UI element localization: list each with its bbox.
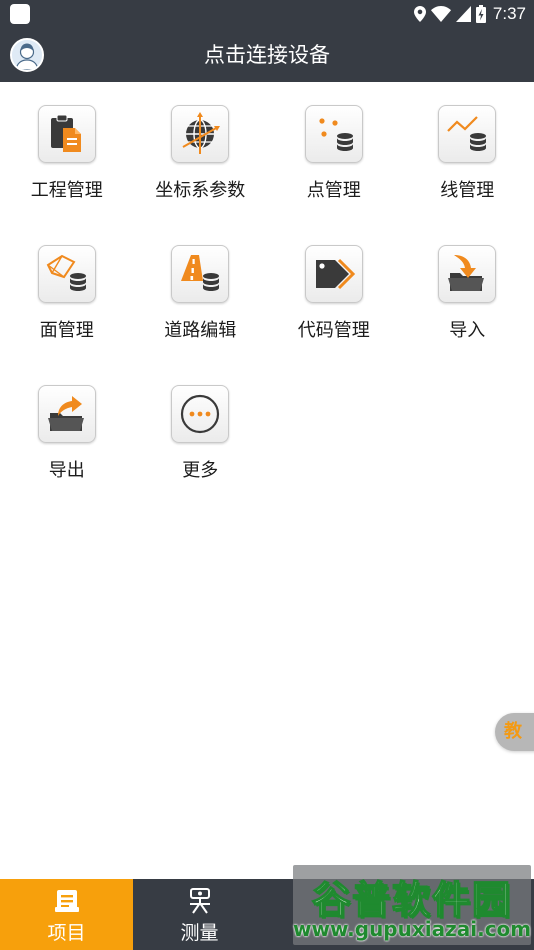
status-indicators: 7:37: [413, 0, 526, 28]
project-icon: [54, 890, 79, 912]
tile[interactable]: [171, 385, 230, 443]
polyline-database-icon: [447, 116, 487, 151]
function-grid: 工程管理 坐标系参数 点管理 线管理 面管理 道路编辑 代码管理 导入 导出 更…: [0, 82, 534, 502]
watermark: 谷普软件园 www.gupuxiazai.com: [293, 865, 531, 945]
tile[interactable]: [171, 105, 230, 163]
grid-item-import[interactable]: 导入: [401, 222, 534, 362]
watermark-url: www.gupuxiazai.com: [293, 917, 532, 941]
grid-item-area-management[interactable]: 面管理: [0, 222, 134, 362]
location-icon: [413, 6, 426, 22]
grid-item-project-management[interactable]: 工程管理: [0, 82, 134, 222]
user-avatar-icon: [12, 40, 42, 70]
watermark-logo: 谷普软件园: [311, 877, 512, 923]
nav-tab-label: 项目: [47, 922, 86, 944]
nav-tab-project[interactable]: 项目: [0, 879, 133, 950]
grid-item-more[interactable]: 更多: [134, 362, 268, 502]
grid-item-label: 更多: [182, 460, 219, 481]
polygon-database-icon: [46, 254, 86, 291]
globe-axes-icon: [182, 112, 221, 154]
nav-tab-label: 测量: [180, 922, 219, 944]
tile[interactable]: [37, 105, 96, 163]
more-dots-icon: [181, 394, 220, 434]
grid-item-label: 工程管理: [30, 180, 103, 201]
tile[interactable]: [171, 245, 230, 303]
clipboard-document-icon: [50, 114, 81, 152]
grid-item-label: 道路编辑: [164, 320, 237, 341]
survey-instrument-icon: [189, 888, 210, 914]
points-database-icon: [319, 118, 353, 151]
grid-item-label: 点管理: [306, 180, 361, 201]
grid-item-label: 面管理: [39, 320, 94, 341]
grid-item-road-editing[interactable]: 道路编辑: [134, 222, 268, 362]
title-bar: 点击连接设备: [0, 28, 534, 82]
grid-item-label: 线管理: [440, 180, 495, 201]
status-bar: 7:37: [0, 0, 534, 28]
tile[interactable]: [438, 105, 497, 163]
folder-import-icon: [448, 255, 485, 291]
folder-export-icon: [47, 396, 84, 431]
status-time: 7:37: [492, 4, 526, 23]
grid-item-point-management[interactable]: 点管理: [267, 82, 401, 222]
tile[interactable]: [37, 245, 96, 303]
grid-item-export[interactable]: 导出: [0, 362, 134, 502]
tile[interactable]: [304, 245, 363, 303]
notification-icon: [10, 4, 30, 24]
tag-code-icon: [315, 258, 355, 290]
page-title[interactable]: 点击连接设备: [0, 28, 534, 82]
grid-item-code-management[interactable]: 代码管理: [267, 222, 401, 362]
grid-item-label: 坐标系参数: [155, 180, 246, 201]
cell-signal-icon: [455, 6, 471, 22]
road-database-icon: [181, 255, 220, 291]
grid-item-coordinate-system[interactable]: 坐标系参数: [134, 82, 268, 222]
battery-icon: [475, 5, 486, 23]
tutorial-float-button[interactable]: 教: [495, 713, 534, 751]
tile[interactable]: [438, 245, 497, 303]
wifi-icon: [430, 6, 451, 22]
avatar[interactable]: [10, 38, 44, 72]
grid-item-label: 导入: [449, 320, 486, 341]
grid-item-label: 导出: [48, 460, 85, 481]
tile[interactable]: [304, 105, 363, 163]
grid-item-line-management[interactable]: 线管理: [401, 82, 534, 222]
grid-item-label: 代码管理: [297, 320, 370, 341]
tile[interactable]: [37, 385, 96, 443]
nav-tab-survey[interactable]: 测量: [133, 879, 266, 950]
